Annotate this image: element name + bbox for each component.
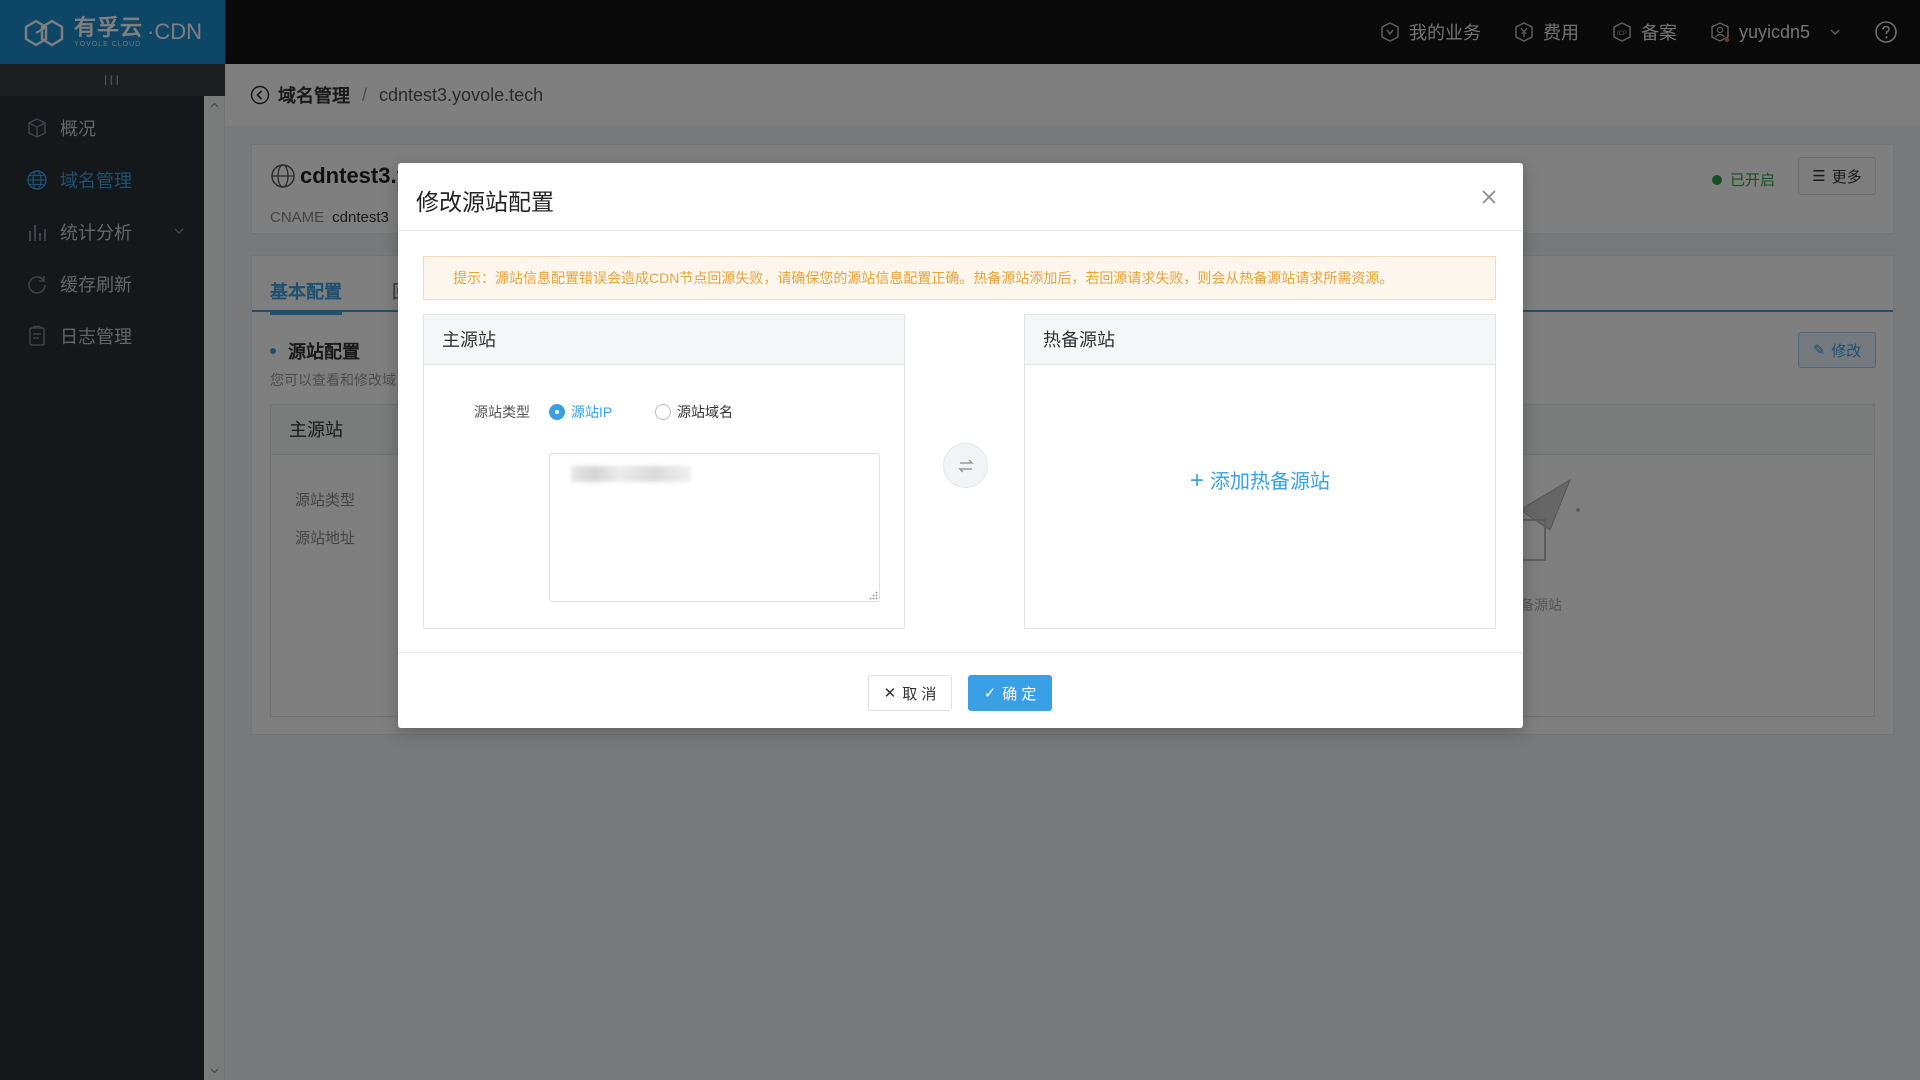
confirm-button[interactable]: ✓ 确 定 bbox=[968, 675, 1052, 711]
warning-tip: 提示：源站信息配置错误会造成CDN节点回源失败，请确保您的源站信息配置正确。热备… bbox=[423, 256, 1496, 300]
main-origin-panel: 主源站 源站类型 源站IP 源站域名 bbox=[423, 314, 905, 629]
swap-origins-button[interactable] bbox=[943, 443, 988, 488]
radio-origin-domain[interactable]: 源站域名 bbox=[655, 402, 733, 422]
radio-origin-ip[interactable]: 源站IP bbox=[549, 402, 612, 422]
close-icon[interactable] bbox=[1477, 185, 1501, 209]
cancel-button[interactable]: ✕ 取 消 bbox=[868, 675, 952, 711]
edit-origin-modal: 修改源站配置 提示：源站信息配置错误会造成CDN节点回源失败，请确保您的源站信息… bbox=[398, 163, 1523, 728]
redacted-origin-value bbox=[571, 466, 691, 482]
modal-footer: ✕ 取 消 ✓ 确 定 bbox=[398, 652, 1523, 728]
backup-origin-title: 热备源站 bbox=[1025, 315, 1495, 365]
add-backup-origin-link[interactable]: + 添加热备源站 bbox=[1025, 465, 1495, 495]
radio-unchecked-icon bbox=[655, 404, 671, 420]
backup-origin-panel: 热备源站 + 添加热备源站 bbox=[1024, 314, 1496, 629]
origin-type-label: 源站类型 bbox=[474, 404, 530, 420]
resize-grip-icon[interactable] bbox=[869, 591, 878, 600]
swap-icon bbox=[957, 458, 974, 473]
radio-checked-icon bbox=[549, 404, 565, 420]
modal-header: 修改源站配置 bbox=[398, 163, 1523, 231]
close-icon: ✕ bbox=[883, 685, 897, 702]
modal-title: 修改源站配置 bbox=[416, 189, 554, 215]
main-origin-title: 主源站 bbox=[424, 315, 904, 365]
plus-icon: + bbox=[1189, 467, 1204, 494]
check-icon: ✓ bbox=[983, 685, 997, 702]
